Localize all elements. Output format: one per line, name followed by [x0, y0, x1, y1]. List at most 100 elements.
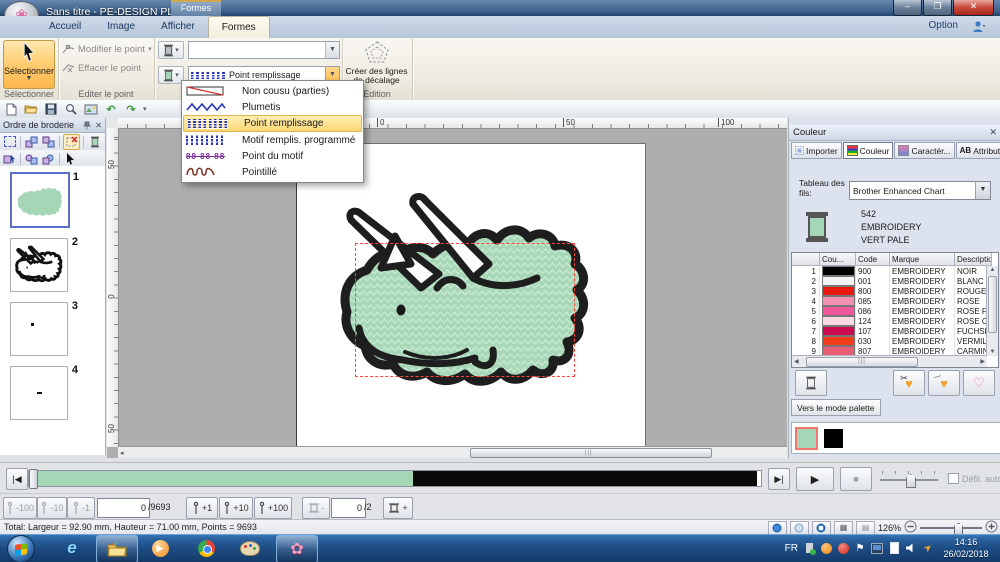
color-panel-close-icon[interactable]: ✕	[989, 127, 997, 138]
order-thumbnail-1[interactable]: 1	[10, 172, 70, 228]
order-thumbnail-2[interactable]: 2	[10, 238, 68, 292]
scroll-up-icon[interactable]: ▲	[987, 267, 998, 273]
start-button[interactable]	[7, 535, 35, 562]
order-thumbnail-3[interactable]: 3	[10, 302, 68, 356]
line-sew-color-button[interactable]: ▾	[158, 41, 184, 59]
save-icon[interactable]	[43, 102, 59, 116]
tab-afficher[interactable]: Afficher	[148, 16, 208, 38]
forward-100-stitches-button[interactable]: +100	[254, 497, 292, 519]
thread-spool-button[interactable]	[795, 370, 827, 396]
sew-favorite-button[interactable]: ♥ ∕	[928, 370, 960, 396]
table-vscroll-thumb[interactable]	[988, 276, 997, 333]
tab-attributs[interactable]: AB Attribut...	[956, 142, 1000, 159]
zoom-page-icon[interactable]	[790, 521, 809, 535]
back-10-stitches-button[interactable]: -10	[37, 497, 67, 519]
volume-tray-icon[interactable]	[905, 542, 917, 554]
taskbar-media-player[interactable]: ▶	[140, 535, 180, 561]
col-marque[interactable]: Marque	[890, 253, 955, 266]
move-backward-icon[interactable]	[41, 135, 56, 149]
thread-row[interactable]: 3 800 EMBROIDERY ROUGE	[792, 286, 998, 296]
display-tray-icon[interactable]	[871, 542, 883, 554]
back-100-stitches-button[interactable]: -100	[3, 497, 37, 519]
alert-tray-icon[interactable]	[820, 542, 832, 554]
next-color-button[interactable]: +	[383, 497, 413, 519]
menu-item-non-cousu[interactable]: Non cousu (parties)	[182, 83, 363, 99]
select-dropdown-arrow[interactable]: ▼	[26, 76, 33, 81]
move-forward-icon[interactable]	[24, 135, 39, 149]
palette-chip-green[interactable]	[797, 429, 816, 448]
battery-tray-icon[interactable]	[888, 542, 900, 554]
forward-1-stitch-button[interactable]: +1	[186, 497, 218, 519]
taskbar-paint[interactable]	[230, 535, 270, 561]
language-indicator[interactable]: FR	[785, 543, 798, 554]
menu-item-point-du-motif[interactable]: 88 88 88 Point du motif	[182, 148, 363, 164]
antivirus-tray-icon[interactable]	[837, 542, 849, 554]
scroll-down-icon[interactable]: ▼	[987, 349, 998, 355]
taskbar-explorer[interactable]	[96, 535, 138, 562]
select-tool-button[interactable]: Sélectionner ▼	[3, 40, 55, 89]
line-sew-type-arrow[interactable]: ▼	[325, 42, 339, 58]
forward-10-stitches-button[interactable]: +10	[219, 497, 253, 519]
canvas-horizontal-scrollbar[interactable]: ◂ |||	[118, 446, 787, 458]
realistic-view-icon[interactable]: ▤	[856, 521, 875, 535]
line-sew-type-combo[interactable]: ▼	[188, 41, 340, 59]
flag-tray-icon[interactable]: ⚑	[854, 542, 866, 554]
thread-row[interactable]: 1 900 EMBROIDERY NOIR	[792, 266, 998, 276]
maximize-button[interactable]: ❐	[923, 0, 952, 16]
new-file-icon[interactable]	[3, 102, 19, 116]
play-button[interactable]: ▶	[796, 467, 834, 491]
pointer-tray-icon[interactable]: ➤	[920, 540, 937, 557]
thread-table[interactable]: Cou... Code Marque Descriptio 1 900 EMBR…	[791, 252, 999, 368]
scroll-left-icon[interactable]: ◂	[120, 449, 124, 457]
col-couleur[interactable]: Cou...	[820, 253, 856, 266]
taskbar-internet-explorer[interactable]: e	[52, 535, 92, 561]
undo-icon[interactable]: ↶	[103, 102, 119, 116]
zoom-out-icon[interactable]	[904, 520, 917, 535]
back-1-stitch-button[interactable]: -1	[67, 497, 95, 519]
menu-item-plumetis[interactable]: Plumetis	[182, 99, 363, 115]
modify-point-button[interactable]: Modifier le point▾	[62, 41, 154, 57]
thread-row[interactable]: 7 107 EMBROIDERY FUCHSIA	[792, 326, 998, 336]
menu-item-pointille[interactable]: Pointillé	[182, 164, 363, 180]
go-to-end-button[interactable]: ▶|	[768, 468, 790, 490]
thread-row[interactable]: 4 085 EMBROIDERY ROSE	[792, 296, 998, 306]
scroll-left-icon[interactable]: ◀	[794, 358, 799, 365]
deselect-icon[interactable]	[63, 134, 80, 150]
stop-button[interactable]: ■	[840, 467, 872, 491]
group-copy-icon[interactable]	[24, 152, 39, 166]
option-menu[interactable]: Option	[929, 20, 958, 31]
current-stitch-input[interactable]: 0	[97, 498, 150, 518]
taskbar-pe-design[interactable]: ✿	[276, 535, 318, 562]
selection-rectangle[interactable]	[355, 243, 575, 377]
thread-row[interactable]: 2 001 EMBROIDERY BLANC	[792, 276, 998, 286]
taskbar-clock[interactable]: 14:16 26/02/2018	[936, 536, 996, 560]
tab-couleur[interactable]: Couleur	[843, 142, 894, 159]
speed-slider[interactable]	[880, 471, 938, 485]
cut-favorite-button[interactable]: ♥ ✂	[893, 370, 925, 396]
zoom-tool-icon[interactable]	[63, 102, 79, 116]
usb-device-icon[interactable]	[803, 542, 815, 554]
zoom-slider-thumb[interactable]	[954, 523, 963, 535]
close-button[interactable]: ✕	[953, 0, 994, 16]
go-to-start-button[interactable]: |◀	[6, 468, 28, 490]
toolbar-overflow-icon[interactable]: ▾	[143, 105, 147, 113]
tab-image[interactable]: Image	[94, 16, 148, 38]
minimize-button[interactable]: –	[893, 0, 922, 16]
open-folder-icon[interactable]	[23, 102, 39, 116]
palette-mode-button[interactable]: Vers le mode palette	[791, 399, 881, 416]
panel-close-icon[interactable]: ✕	[95, 121, 102, 130]
pointer-tool-icon[interactable]	[63, 152, 78, 166]
stitch-progress-track[interactable]	[28, 470, 762, 487]
order-thumbnail-4[interactable]: 4	[10, 366, 68, 420]
col-description[interactable]: Descriptio	[955, 253, 992, 266]
zoom-slider[interactable]	[920, 522, 982, 534]
thread-chart-combo[interactable]: Brother Enhanced Chart ▼	[849, 181, 991, 200]
grid-view-icon[interactable]: ▦	[834, 521, 853, 535]
fit-selection-icon[interactable]	[2, 135, 17, 149]
tab-accueil[interactable]: Accueil	[36, 16, 94, 38]
thread-row[interactable]: 6 124 EMBROIDERY ROSE CH	[792, 316, 998, 326]
menu-item-point-remplissage[interactable]: Point remplissage	[183, 115, 362, 132]
redo-icon[interactable]: ↷	[123, 102, 139, 116]
group-paste-icon[interactable]	[41, 152, 56, 166]
zoom-in-icon[interactable]	[985, 520, 998, 535]
